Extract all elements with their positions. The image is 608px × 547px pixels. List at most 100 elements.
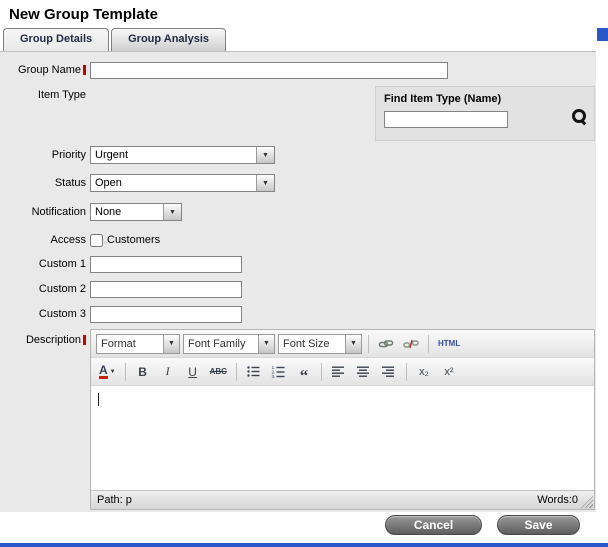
font-family-dropdown-value: Font Family xyxy=(184,335,258,353)
toolbar-separator xyxy=(428,335,429,353)
editor-toolbar-top: Format ▼ Font Family ▼ Font Size ▼ xyxy=(91,330,594,358)
custom3-row: Custom 3 xyxy=(0,305,596,323)
insert-link-button[interactable] xyxy=(375,334,397,354)
custom3-control xyxy=(90,306,242,323)
align-left-button[interactable] xyxy=(328,362,350,382)
save-button[interactable]: Save xyxy=(497,515,580,535)
custom3-label: Custom 3 xyxy=(39,308,86,320)
status-control: Open ▼ xyxy=(90,174,275,192)
underline-button[interactable]: U xyxy=(182,362,204,382)
numbered-list-button[interactable]: 1.2.3. xyxy=(268,362,290,382)
font-size-dropdown-value: Font Size xyxy=(279,335,345,353)
chevron-down-icon: ▼ xyxy=(258,335,274,353)
resize-grip[interactable] xyxy=(581,496,593,508)
find-item-type-panel: Find Item Type (Name) xyxy=(375,86,595,141)
access-label: Access xyxy=(51,234,86,246)
format-dropdown[interactable]: Format ▼ xyxy=(96,334,180,354)
html-button-label: HTML xyxy=(438,339,460,348)
custom3-input[interactable] xyxy=(90,306,242,323)
search-button[interactable] xyxy=(571,107,589,125)
status-selected-value: Open xyxy=(91,175,256,191)
font-color-button[interactable]: A ▼ xyxy=(96,362,119,382)
priority-label-wrap: Priority xyxy=(0,149,86,161)
chevron-down-icon: ▼ xyxy=(256,147,274,163)
tab-group-analysis[interactable]: Group Analysis xyxy=(111,28,226,51)
find-item-type-input[interactable] xyxy=(384,111,508,128)
priority-control: Urgent ▼ xyxy=(90,146,275,164)
strikethrough-label: ABC xyxy=(210,367,227,376)
numbered-list-icon: 1.2.3. xyxy=(271,364,286,379)
align-right-button[interactable] xyxy=(378,362,400,382)
align-right-icon xyxy=(381,364,396,379)
priority-row: Priority Urgent ▼ xyxy=(0,146,596,164)
editor-content-area[interactable] xyxy=(91,386,594,490)
custom2-input[interactable] xyxy=(90,281,242,298)
format-dropdown-value: Format xyxy=(97,335,163,353)
customers-checkbox[interactable] xyxy=(90,234,103,247)
required-marker xyxy=(83,65,86,75)
font-size-dropdown[interactable]: Font Size ▼ xyxy=(278,334,362,354)
superscript-button[interactable]: x² xyxy=(438,362,460,382)
subscript-button[interactable]: x₂ xyxy=(413,362,435,382)
toolbar-separator xyxy=(368,335,369,353)
description-label-wrap: Description xyxy=(0,334,86,346)
custom2-row: Custom 2 xyxy=(0,280,596,298)
cancel-button[interactable]: Cancel xyxy=(385,515,482,535)
tab-group-details[interactable]: Group Details xyxy=(3,28,109,51)
group-name-input[interactable] xyxy=(90,62,448,79)
link-icon xyxy=(378,336,394,352)
custom2-control xyxy=(90,281,242,298)
italic-button[interactable]: I xyxy=(157,362,179,382)
underline-label: U xyxy=(188,365,197,379)
toolbar-separator xyxy=(406,363,407,381)
access-control: Customers xyxy=(90,234,160,247)
status-select[interactable]: Open ▼ xyxy=(90,174,275,192)
align-left-icon xyxy=(331,364,346,379)
html-source-button[interactable]: HTML xyxy=(435,334,463,354)
notification-selected-value: None xyxy=(91,204,163,220)
new-group-template-window: New Group Template Group Details Group A… xyxy=(0,0,608,547)
item-type-label: Item Type xyxy=(38,89,86,101)
unlink-icon xyxy=(403,336,419,352)
bold-label: B xyxy=(138,365,147,379)
form-area: Group Name Item Type Find Item Type (Nam… xyxy=(0,51,596,512)
custom1-label: Custom 1 xyxy=(39,258,86,270)
customers-checkbox-label: Customers xyxy=(107,234,160,246)
subscript-label: x₂ xyxy=(419,366,429,378)
superscript-label: x² xyxy=(444,366,453,378)
chevron-down-icon: ▼ xyxy=(163,335,179,353)
priority-selected-value: Urgent xyxy=(91,147,256,163)
editor-status-bar: Path: p Words:0 xyxy=(91,490,594,509)
search-icon xyxy=(571,108,588,125)
access-label-wrap: Access xyxy=(0,234,86,246)
align-center-button[interactable] xyxy=(353,362,375,382)
chevron-down-icon: ▼ xyxy=(256,175,274,191)
italic-label: I xyxy=(166,364,170,379)
blockquote-button[interactable]: “ xyxy=(293,362,315,382)
window-bottom-edge xyxy=(0,543,608,547)
group-name-control xyxy=(90,62,448,79)
font-family-dropdown[interactable]: Font Family ▼ xyxy=(183,334,275,354)
editor-toolbar-bottom: A ▼ B I U ABC xyxy=(91,358,594,386)
notification-row: Notification None ▼ xyxy=(0,203,596,221)
custom1-label-wrap: Custom 1 xyxy=(0,258,86,270)
bullet-list-icon xyxy=(246,364,261,379)
align-center-icon xyxy=(356,364,371,379)
priority-select[interactable]: Urgent ▼ xyxy=(90,146,275,164)
strikethrough-button[interactable]: ABC xyxy=(207,362,230,382)
page-title: New Group Template xyxy=(9,6,158,23)
access-row: Access Customers xyxy=(0,231,596,249)
chevron-down-icon: ▼ xyxy=(110,369,116,375)
remove-link-button[interactable] xyxy=(400,334,422,354)
notification-select[interactable]: None ▼ xyxy=(90,203,182,221)
bold-button[interactable]: B xyxy=(132,362,154,382)
bullet-list-button[interactable] xyxy=(243,362,265,382)
font-color-label: A xyxy=(99,365,108,379)
custom3-label-wrap: Custom 3 xyxy=(0,308,86,320)
status-row: Status Open ▼ xyxy=(0,174,596,192)
toolbar-separator xyxy=(321,363,322,381)
group-name-label-wrap: Group Name xyxy=(0,64,86,76)
custom1-input[interactable] xyxy=(90,256,242,273)
editor-path-status: Path: p xyxy=(97,494,132,506)
toolbar-separator xyxy=(236,363,237,381)
